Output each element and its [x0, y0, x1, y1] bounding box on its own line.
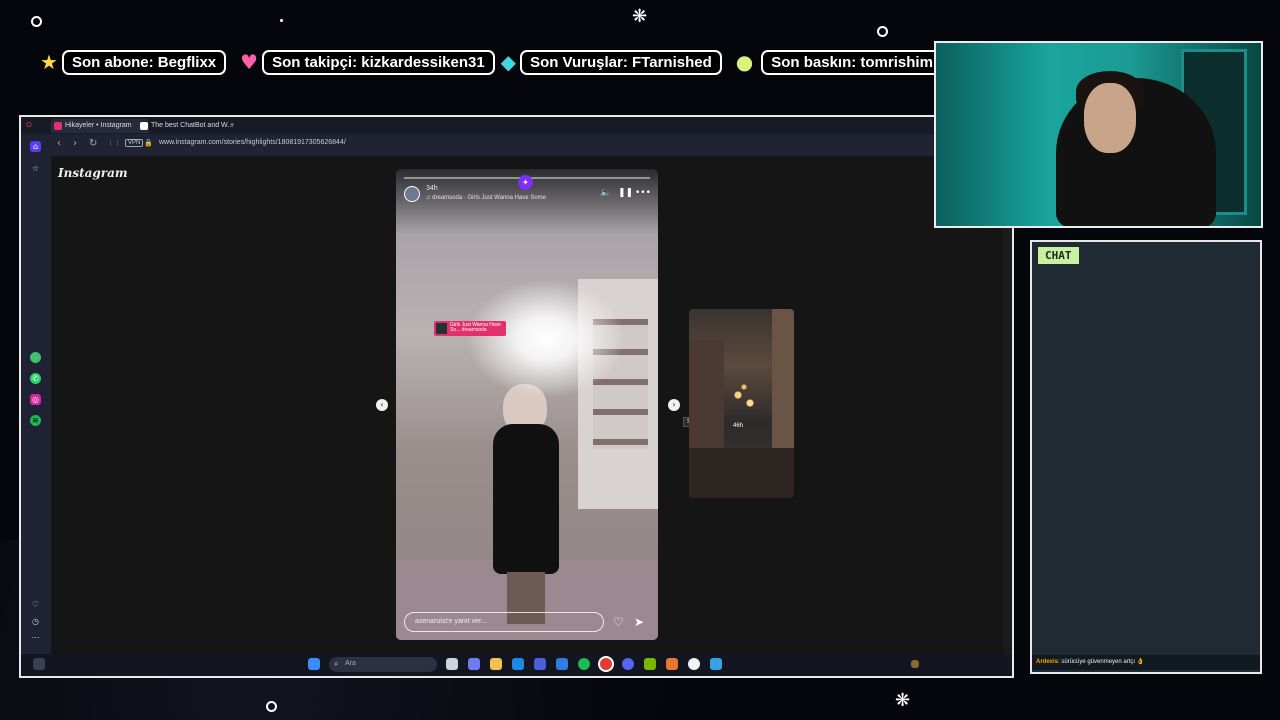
spotify-icon[interactable]: ≋	[30, 415, 41, 426]
instagram-page: Instagram ‹ ✦ 34h ♫ dreamsoda · Girls Ju…	[51, 156, 1003, 654]
reply-input[interactable]: asenaruist'e yanıt ver...	[404, 612, 604, 632]
star-outline-icon[interactable]: ☆	[30, 163, 41, 174]
browser-window: O Hikayeler • Instagram The best ChatBot…	[19, 115, 1014, 678]
store-icon[interactable]	[534, 658, 546, 670]
last-raid: Son baskın: tomrishim	[761, 49, 943, 75]
next-story-time: 46h	[733, 423, 744, 429]
preview-lights	[729, 379, 759, 419]
tab-label: The best ChatBot and W...	[151, 122, 234, 129]
windows-taskbar: ⌕ Ara	[21, 654, 1012, 676]
chat-message: Ardexis: sürücüye güvenmeyen artçı 👌	[1032, 655, 1260, 670]
opera-taskbar-icon[interactable]	[600, 658, 612, 670]
chatgpt-icon[interactable]	[30, 352, 41, 363]
widgets-icon[interactable]	[33, 658, 45, 670]
instagram-favicon-icon	[54, 122, 62, 130]
reload-icon[interactable]: ↻	[89, 138, 97, 149]
last-subscriber: Son abone: Begflixx	[61, 49, 227, 75]
story-photo-person	[481, 384, 571, 624]
mail-icon[interactable]	[556, 658, 568, 670]
task-view-icon[interactable]	[446, 658, 458, 670]
sparkle-ring-icon	[31, 16, 42, 27]
chatbot-favicon-icon	[140, 122, 148, 130]
tab-instagram[interactable]: Hikayeler • Instagram	[51, 119, 149, 133]
edge-icon[interactable]	[512, 658, 524, 670]
pause-icon[interactable]: ❚❚	[618, 188, 633, 198]
instagram-icon[interactable]: ◎	[30, 394, 41, 405]
preview-building	[772, 309, 794, 459]
story-time: 34h	[426, 185, 438, 192]
taskbar-search[interactable]: ⌕ Ara	[329, 657, 437, 672]
app-icon[interactable]	[710, 658, 722, 670]
heart-icon: ♥	[240, 50, 259, 74]
file-explorer-icon[interactable]	[490, 658, 502, 670]
address-bar: ‹ › ↻ ⋮⋮ VPN 🔒 www.instagram.com/stories…	[51, 134, 1012, 156]
stream-stats-bar: ★ Son abone: Begflixx ♥ Son takipçi: kiz…	[36, 49, 943, 75]
preview-building	[689, 339, 724, 449]
send-icon[interactable]: ➤	[634, 615, 644, 629]
windows-start-icon[interactable]	[308, 658, 320, 670]
discord-icon[interactable]	[622, 658, 634, 670]
tab-chatbot[interactable]: The best ChatBot and W...	[137, 119, 235, 133]
spotify-taskbar-icon[interactable]	[578, 658, 590, 670]
java-icon[interactable]	[666, 658, 678, 670]
story-audio-label[interactable]: ♫ dreamsoda · Girls Just Wanna Have Some	[426, 195, 546, 201]
gem-icon: ◆	[500, 50, 517, 74]
more-icon[interactable]: ⋯	[30, 632, 41, 643]
coin-icon: ●	[735, 50, 754, 74]
last-follower: Son takipçi: kizkardessiken31	[262, 49, 495, 75]
chat-panel: CHAT Ardexis: sürücüye güvenmeyen artçı …	[1030, 240, 1262, 674]
back-icon[interactable]: ‹	[57, 138, 61, 149]
person-dress	[493, 424, 559, 574]
history-icon[interactable]: ◷	[30, 616, 41, 627]
snowflake-icon: ❋	[895, 690, 911, 711]
more-options-icon[interactable]: •••	[635, 188, 651, 198]
url-field[interactable]: www.instagram.com/stories/highlights/180…	[159, 139, 346, 146]
search-icon: ⌕	[334, 659, 339, 668]
teams-icon[interactable]	[468, 658, 480, 670]
new-tab-button[interactable]: +	[227, 119, 237, 133]
instagram-logo[interactable]: Instagram	[58, 166, 128, 180]
last-hits: Son Vuruşlar: FTarnished	[520, 49, 722, 75]
sparkle-dot-icon	[280, 19, 283, 22]
webcam-feed	[934, 41, 1263, 228]
lock-icon[interactable]: 🔒	[144, 139, 153, 147]
sparkle-ring-icon	[266, 701, 277, 712]
page-scrollbar[interactable]	[1003, 156, 1012, 654]
avatar[interactable]	[404, 186, 420, 202]
music-sticker-label: Girls Just Wanna Have So... dreamsoda	[450, 322, 501, 333]
previous-story-button[interactable]: ‹	[376, 399, 388, 411]
next-story-preview[interactable]: 46h	[689, 309, 794, 498]
whatsapp-icon[interactable]: ✆	[30, 373, 41, 384]
browser-sidebar: ⌂ ☆ ✆ ◎ ≋ ♡ ◷ ⋯	[21, 134, 51, 654]
opera-logo-icon[interactable]: O	[23, 119, 35, 133]
star-icon: ★	[40, 50, 58, 74]
snowflake-icon: ❋	[632, 6, 648, 27]
next-story-button[interactable]: ›	[668, 399, 680, 411]
chat-title: CHAT	[1038, 247, 1079, 264]
reply-placeholder: asenaruist'e yanıt ver...	[415, 618, 487, 625]
easy-setup-icon[interactable]: ⋮⋮	[107, 139, 121, 147]
heart-outline-icon[interactable]: ♡	[30, 599, 41, 610]
preview-street	[689, 448, 794, 498]
chat-text: : sürücüye güvenmeyen artçı 👌	[1058, 659, 1145, 665]
webcam-face	[1084, 83, 1136, 153]
tab-label: Hikayeler • Instagram	[65, 122, 132, 129]
mute-icon[interactable]: 🔈	[600, 188, 611, 198]
story-header: 34h ♫ dreamsoda · Girls Just Wanna Have …	[404, 184, 651, 206]
search-placeholder: Ara	[345, 660, 356, 667]
home-icon[interactable]: ⌂	[30, 141, 41, 152]
nvidia-icon[interactable]	[644, 658, 656, 670]
album-art	[436, 323, 447, 334]
chrome-icon[interactable]	[688, 658, 700, 670]
sparkle-ring-icon	[877, 26, 888, 37]
tab-bar: O Hikayeler • Instagram The best ChatBot…	[21, 117, 1012, 134]
like-icon[interactable]: ♡	[613, 615, 624, 629]
chat-username: Ardexis	[1036, 659, 1059, 665]
music-sticker[interactable]: Girls Just Wanna Have So... dreamsoda	[434, 321, 506, 336]
tray-icon[interactable]	[911, 660, 919, 668]
vpn-badge[interactable]: VPN	[125, 139, 144, 147]
forward-icon[interactable]: ›	[73, 138, 77, 149]
story-viewer[interactable]: ✦ 34h ♫ dreamsoda · Girls Just Wanna Hav…	[396, 169, 658, 640]
story-light-flare	[466, 279, 626, 399]
